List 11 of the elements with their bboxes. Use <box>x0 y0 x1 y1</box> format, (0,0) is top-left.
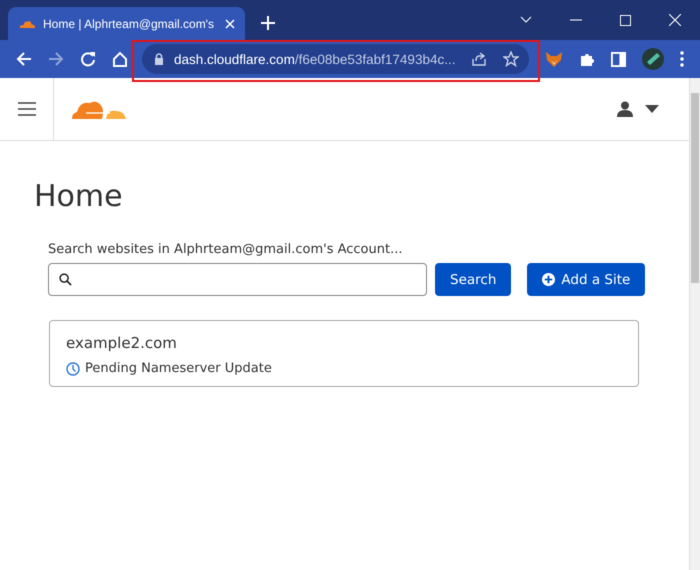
site-status: Pending Nameserver Update <box>85 361 272 376</box>
tab-title: Home | Alphrteam@gmail.com's <box>43 16 215 30</box>
add-site-button[interactable]: Add a Site <box>527 263 646 296</box>
url-text: dash.cloudflare.com/f6e08be53fabf17493b4c... <box>174 52 456 66</box>
page-title: Home <box>34 179 124 214</box>
search-label: Search websites in Alphrteam@gmail.com's Account... <box>48 242 404 257</box>
site-domain: example2.com <box>66 334 178 352</box>
site-card[interactable]: example2.com Pending Nameserver Update <box>49 320 639 387</box>
browser-tab[interactable]: Home | Alphrteam@gmail.com's <box>8 7 245 40</box>
search-button[interactable]: Search <box>435 263 512 296</box>
address-bar[interactable]: dash.cloudflare.com/f6e08be53fabf17493b4c... <box>142 44 530 74</box>
